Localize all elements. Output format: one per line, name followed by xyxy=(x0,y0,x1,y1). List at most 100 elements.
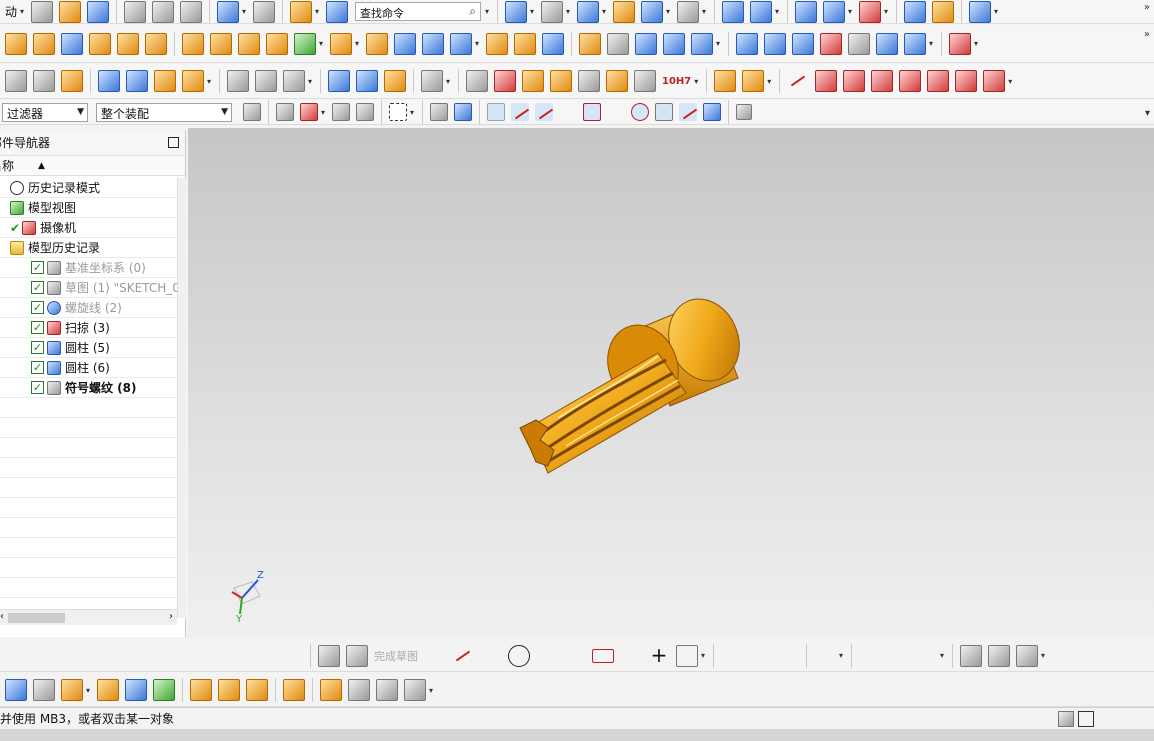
add-image-icon[interactable] xyxy=(522,70,544,92)
replace-component-icon[interactable] xyxy=(246,679,268,701)
snap-icon[interactable] xyxy=(969,0,992,23)
arc-center-snap-icon[interactable] xyxy=(631,103,649,121)
point-on-curve-snap-icon[interactable] xyxy=(679,103,697,121)
pattern-icon[interactable] xyxy=(210,32,232,55)
groove-icon[interactable] xyxy=(691,32,713,55)
curve-network-icon[interactable] xyxy=(255,70,277,92)
layer-settings-icon[interactable] xyxy=(795,0,818,23)
sketch-tool-icon[interactable] xyxy=(318,644,340,667)
tree-row-model-history[interactable]: 模型历史记录 xyxy=(0,238,177,258)
dimension-icon[interactable] xyxy=(634,70,656,92)
render-style-icon[interactable] xyxy=(541,0,564,23)
mesh-surface-icon[interactable] xyxy=(764,32,786,55)
sketch-update-icon[interactable] xyxy=(1016,644,1038,667)
database-icon[interactable] xyxy=(328,70,350,92)
scroll-left-icon[interactable]: ‹ xyxy=(0,611,4,622)
move-component-icon[interactable] xyxy=(97,679,119,701)
sketch-point-icon[interactable]: + xyxy=(648,645,670,667)
tree-row-symbolic-thread[interactable]: ✓ 符号螺纹 (8) xyxy=(0,378,177,398)
assembly-scope-select[interactable]: 整个装配 ▼ xyxy=(96,102,232,122)
block-icon[interactable] xyxy=(61,32,83,55)
tree-row-cylinder-6[interactable]: ✓ 圆柱 (6) xyxy=(0,358,177,378)
component-pattern-icon[interactable] xyxy=(218,679,240,701)
revolve-icon[interactable] xyxy=(33,32,55,55)
orient-view-icon[interactable] xyxy=(577,0,600,23)
layer-visible-icon[interactable] xyxy=(823,0,846,23)
boolean-icon[interactable] xyxy=(949,32,971,55)
redo-icon[interactable] xyxy=(253,0,276,23)
sketch-fillet-icon[interactable] xyxy=(536,645,558,667)
wave-icon[interactable] xyxy=(227,70,249,92)
thicken-icon[interactable] xyxy=(422,32,444,55)
profile-icon[interactable] xyxy=(424,645,446,667)
bridge-curve-icon[interactable] xyxy=(955,70,978,92)
line-snap-icon[interactable] xyxy=(535,103,553,121)
open-file-icon[interactable] xyxy=(59,0,82,23)
point-on-face-snap-icon[interactable] xyxy=(703,103,721,121)
sort-ascending-icon[interactable]: ▲ xyxy=(38,161,45,171)
select-body-icon[interactable] xyxy=(356,103,374,121)
checkbox[interactable]: ✓ xyxy=(31,281,44,294)
search-icon[interactable]: ⌕ xyxy=(469,4,476,19)
gear-tool-icon[interactable] xyxy=(384,70,406,92)
symbol-icon[interactable] xyxy=(550,70,572,92)
move-object-icon[interactable] xyxy=(722,0,745,23)
explosion-view-icon[interactable] xyxy=(190,679,212,701)
status-window-icon[interactable] xyxy=(1078,711,1094,727)
checkbox[interactable]: ✓ xyxy=(31,341,44,354)
blend-icon[interactable] xyxy=(145,32,167,55)
curve-snap-icon[interactable] xyxy=(559,103,577,121)
sew-icon[interactable] xyxy=(876,32,898,55)
quadrant-snap-icon[interactable] xyxy=(655,103,673,121)
swept-surface-icon[interactable] xyxy=(820,32,842,55)
checkbox[interactable]: ✓ xyxy=(31,301,44,314)
text-frame-icon[interactable] xyxy=(578,70,600,92)
wave-geometry-icon[interactable] xyxy=(283,679,305,701)
boss-icon[interactable] xyxy=(607,32,629,55)
assembly-constraint-icon[interactable] xyxy=(154,70,176,92)
drill-tool-icon[interactable] xyxy=(348,679,370,701)
patch-icon[interactable] xyxy=(904,32,926,55)
shell-icon[interactable] xyxy=(450,32,472,55)
part-model[interactable] xyxy=(188,128,1154,638)
add-component-icon[interactable] xyxy=(98,70,120,92)
component-array-icon[interactable] xyxy=(742,70,765,92)
fit-tolerance-label[interactable]: 10H7 xyxy=(659,76,694,87)
intersect-curve-icon[interactable] xyxy=(983,70,1006,92)
filter-settings-icon[interactable] xyxy=(243,103,261,121)
control-point-snap-icon[interactable] xyxy=(583,103,601,121)
tree-row-model-views[interactable]: 模型视图 xyxy=(0,198,177,218)
analysis-icon[interactable] xyxy=(932,0,955,23)
trim-body-icon[interactable] xyxy=(330,32,352,55)
snap-point-icon[interactable] xyxy=(276,103,294,121)
new-file-icon[interactable] xyxy=(31,0,54,23)
tree-structure-icon[interactable] xyxy=(376,679,398,701)
add-existing-component-icon[interactable] xyxy=(61,679,83,701)
wcs-icon[interactable] xyxy=(859,0,882,23)
checkbox[interactable]: ✓ xyxy=(31,261,44,274)
brush-icon[interactable] xyxy=(606,70,628,92)
combine-icon[interactable] xyxy=(266,32,288,55)
datum-plane-icon[interactable] xyxy=(486,32,508,55)
command-search-input[interactable]: 查找命令 ⌕ xyxy=(355,2,482,21)
offset-face-icon[interactable] xyxy=(394,32,416,55)
datum-axis-icon[interactable] xyxy=(514,32,536,55)
unite-icon[interactable] xyxy=(294,32,316,55)
select-solid-icon[interactable] xyxy=(454,103,472,121)
split-body-icon[interactable] xyxy=(366,32,388,55)
section-view-icon[interactable] xyxy=(641,0,664,23)
selection-bar-overflow-icon[interactable]: ▾ xyxy=(1145,108,1150,119)
bounded-plane-icon[interactable] xyxy=(848,32,870,55)
rapid-dimension-icon[interactable] xyxy=(887,645,909,667)
extrude-icon[interactable] xyxy=(5,32,27,55)
component-image-icon[interactable] xyxy=(33,679,55,701)
select-feature-icon[interactable] xyxy=(332,103,350,121)
spring-icon[interactable] xyxy=(356,70,378,92)
constraint-arrow-icon[interactable] xyxy=(153,679,175,701)
weld-icon[interactable] xyxy=(421,70,443,92)
select-face-icon[interactable] xyxy=(430,103,448,121)
auto-constrain-icon[interactable] xyxy=(915,645,937,667)
reference-set-icon[interactable] xyxy=(182,70,204,92)
color-swatch-icon[interactable] xyxy=(677,0,700,23)
chamfer-icon[interactable] xyxy=(117,32,139,55)
